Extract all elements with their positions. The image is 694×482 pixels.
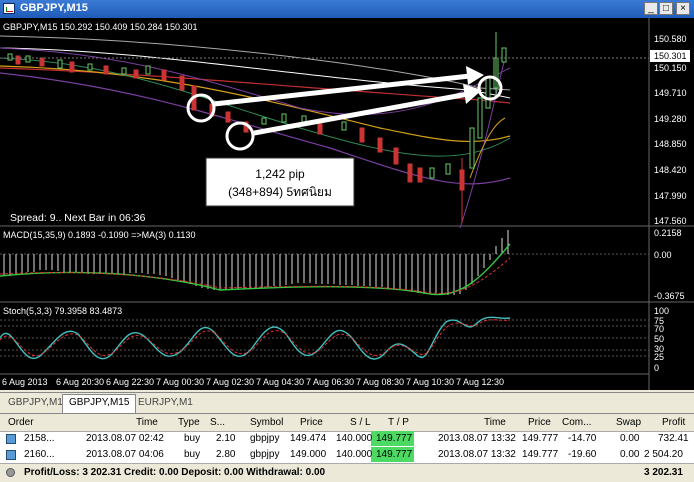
orders-table-header: Order Time Type S... Symbol Price S / L … (0, 414, 694, 432)
commission: -19.60 (568, 449, 597, 460)
close-time: 2013.08.07 13:32 (438, 449, 516, 460)
order-row[interactable]: 2158... 2013.08.07 02:42 buy 2.10 gbpjpy… (0, 431, 694, 447)
profit: 2 504.20 (644, 449, 683, 460)
col-swap[interactable]: Swap (616, 417, 641, 428)
svg-text:7 Aug 12:30: 7 Aug 12:30 (456, 377, 504, 387)
chart-area[interactable]: 1,242 pip (348+894) 5ทศนิยม GBPJPY,M15 1… (0, 18, 694, 390)
col-sl[interactable]: S / L (350, 417, 371, 428)
svg-text:148.850: 148.850 (654, 139, 687, 149)
profit: 732.41 (658, 433, 689, 444)
take-profit: 149.777 (376, 433, 413, 444)
svg-text:50: 50 (654, 334, 664, 344)
order-type: buy (184, 433, 201, 444)
terminal-orders-panel: Order Time Type S... Symbol Price S / L … (0, 413, 694, 482)
open-price: 149.000 (290, 449, 327, 460)
col-type[interactable]: Type (178, 417, 200, 428)
col-size[interactable]: S... (210, 417, 225, 428)
summary-icon (6, 468, 15, 477)
current-price-label: 150.301 (654, 51, 687, 61)
col-price[interactable]: Price (300, 417, 323, 428)
svg-text:-0.3675: -0.3675 (654, 291, 685, 301)
close-button[interactable]: × (676, 2, 690, 15)
svg-text:7 Aug 04:30: 7 Aug 04:30 (256, 377, 304, 387)
chart-window-titlebar: GBPJPY,M15 _ □ × (0, 0, 694, 18)
col-profit[interactable]: Profit (662, 417, 685, 428)
stochastic-indicator-label: Stoch(5,3,3) 79.3958 83.4873 (3, 306, 122, 316)
open-price: 149.474 (290, 433, 327, 444)
order-symbol: gbpjpy (250, 433, 280, 444)
svg-text:147.560: 147.560 (654, 216, 687, 226)
stochastic-axis: 100 75 70 50 30 25 0 (654, 306, 669, 373)
swap: 0.00 (620, 449, 640, 460)
total-profit: 3 202.31 (644, 467, 683, 478)
minimize-button[interactable]: _ (644, 2, 658, 15)
chart-icon (3, 3, 15, 14)
col-close-time[interactable]: Time (484, 417, 506, 428)
close-price: 149.777 (522, 449, 559, 460)
pip-breakdown-label: (348+894) 5ทศนิยม (228, 185, 332, 199)
account-summary-row: Profit/Loss: 3 202.31 Credit: 0.00 Depos… (0, 463, 694, 482)
svg-text:25: 25 (654, 352, 664, 362)
close-price: 149.777 (522, 433, 559, 444)
swap: 0.00 (620, 433, 640, 444)
price-axis: 150.580 150.301 150.150 149.710 149.280 … (650, 34, 690, 226)
take-profit: 149.777 (376, 449, 413, 460)
svg-text:7 Aug 02:30: 7 Aug 02:30 (206, 377, 254, 387)
maximize-button[interactable]: □ (659, 2, 673, 15)
svg-text:70: 70 (654, 324, 664, 334)
svg-text:7 Aug 00:30: 7 Aug 00:30 (156, 377, 204, 387)
close-time: 2013.08.07 13:32 (438, 433, 516, 444)
order-id: 2160... (24, 449, 55, 460)
svg-text:150.150: 150.150 (654, 63, 687, 73)
svg-text:7 Aug 10:30: 7 Aug 10:30 (406, 377, 454, 387)
col-order[interactable]: Order (8, 417, 34, 428)
svg-text:6 Aug 20:30: 6 Aug 20:30 (56, 377, 104, 387)
open-time: 2013.08.07 02:42 (86, 433, 164, 444)
svg-text:6 Aug 22:30: 6 Aug 22:30 (106, 377, 154, 387)
svg-text:147.990: 147.990 (654, 191, 687, 201)
svg-text:149.710: 149.710 (654, 88, 687, 98)
order-type: buy (184, 449, 201, 460)
svg-text:150.580: 150.580 (654, 34, 687, 44)
time-axis: 6 Aug 2013 6 Aug 20:30 6 Aug 22:30 7 Aug… (2, 377, 504, 387)
stop-loss: 140.000 (336, 433, 373, 444)
account-summary-text: Profit/Loss: 3 202.31 Credit: 0.00 Depos… (24, 467, 326, 478)
tab-eurjpy-m1[interactable]: EURJPY,M1 (132, 395, 199, 411)
buy-order-icon (6, 434, 16, 444)
macd-indicator-label: MACD(15,35,9) 0.1893 -0.1090 =>MA(3) 0.1… (3, 230, 195, 240)
order-size: 2.80 (216, 449, 236, 460)
tab-gbpjpy-m15-active[interactable]: GBPJPY,M15 (62, 394, 137, 413)
macd-axis: 0.2158 0.00 -0.3675 (654, 228, 685, 301)
svg-text:149.280: 149.280 (654, 114, 687, 124)
open-time: 2013.08.07 04:06 (86, 449, 164, 460)
order-row[interactable]: 2160... 2013.08.07 04:06 buy 2.80 gbpjpy… (0, 447, 694, 463)
svg-text:0: 0 (654, 363, 659, 373)
col-tp[interactable]: T / P (388, 417, 409, 428)
svg-text:100: 100 (654, 306, 669, 316)
commission: -14.70 (568, 433, 597, 444)
pip-total-label: 1,242 pip (255, 167, 305, 181)
svg-text:6 Aug 2013: 6 Aug 2013 (2, 377, 48, 387)
stop-loss: 140.000 (336, 449, 373, 460)
col-close-price[interactable]: Price (528, 417, 551, 428)
svg-text:7 Aug 06:30: 7 Aug 06:30 (306, 377, 354, 387)
spread-countdown-label: Spread: 9.. Next Bar in 06:36 (10, 212, 146, 224)
col-time[interactable]: Time (136, 417, 158, 428)
chart-tabs-bar: GBPJPY,M15 GBPJPY,M15 EURJPY,M1 (0, 392, 694, 413)
svg-text:0.2158: 0.2158 (654, 228, 682, 238)
chart-info-label: GBPJPY,M15 150.292 150.409 150.284 150.3… (3, 22, 198, 32)
order-id: 2158... (24, 433, 55, 444)
order-size: 2.10 (216, 433, 236, 444)
svg-text:0.00: 0.00 (654, 250, 672, 260)
col-symbol[interactable]: Symbol (250, 417, 283, 428)
svg-text:148.420: 148.420 (654, 165, 687, 175)
col-commission[interactable]: Com... (562, 417, 591, 428)
window-title: GBPJPY,M15 (20, 2, 88, 14)
buy-order-icon (6, 450, 16, 460)
order-symbol: gbpjpy (250, 449, 280, 460)
svg-text:7 Aug 08:30: 7 Aug 08:30 (356, 377, 404, 387)
